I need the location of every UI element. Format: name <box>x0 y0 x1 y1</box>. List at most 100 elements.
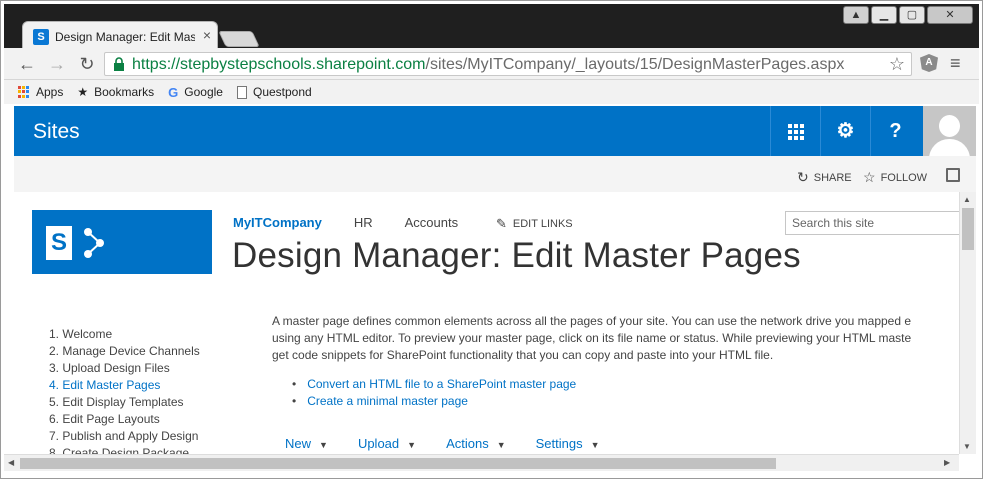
description-line: using any HTML editor. To preview your m… <box>272 331 912 345</box>
edit-links-button[interactable]: ✎ EDIT LINKS <box>496 216 573 232</box>
share-icon: ↻ <box>797 169 809 185</box>
lock-icon <box>114 57 124 71</box>
settings-menu[interactable]: Settings ▼ <box>536 436 600 451</box>
scroll-down-arrow-icon[interactable]: ▼ <box>963 442 971 451</box>
chevron-down-icon: ▼ <box>496 440 506 450</box>
bookmark-label: Questpond <box>252 85 312 99</box>
google-icon: G <box>168 84 179 100</box>
top-navigation: MyITCompany HR Accounts <box>233 215 458 230</box>
star-icon: ★ <box>77 85 89 99</box>
close-window-button[interactable]: ✕ <box>927 6 973 24</box>
share-button[interactable]: ↻ SHARE <box>797 169 852 186</box>
vertical-scrollbar[interactable]: ▲ ▼ <box>959 192 976 454</box>
quick-launch-item[interactable]: 2. Manage Device Channels <box>49 343 200 360</box>
scroll-up-arrow-icon[interactable]: ▲ <box>963 195 971 204</box>
forward-arrow-icon[interactable]: → <box>46 54 68 74</box>
quick-launch-item-active[interactable]: 4. Edit Master Pages <box>49 377 200 394</box>
vertical-scroll-thumb[interactable] <box>962 208 974 250</box>
bookmark-google[interactable]: G Google <box>168 85 223 100</box>
browser-window: S Design Manager: Edit Mas × ▲ ▁ ▢ ✕ ← →… <box>0 0 983 479</box>
browser-tab[interactable]: S Design Manager: Edit Mas × <box>22 21 218 51</box>
settings-menu-label: Settings <box>535 436 583 451</box>
back-arrow-icon[interactable]: ← <box>16 54 38 74</box>
page-icon <box>236 85 247 99</box>
avatar-body <box>929 139 970 156</box>
window-controls: ▲ ▁ ▢ ✕ <box>843 6 973 26</box>
sharepoint-favicon-icon: S <box>33 29 49 45</box>
quick-launch-item[interactable]: 1. Welcome <box>49 326 200 343</box>
bookmark-apps[interactable]: Apps <box>18 85 63 99</box>
url-text: https://stepbystepschools.sharepoint.com… <box>132 56 844 74</box>
suite-bar: Sites ⚙ ? <box>14 106 976 156</box>
new-menu-label: New <box>285 436 312 451</box>
create-minimal-master-link[interactable]: Create a minimal master page <box>292 393 576 410</box>
help-icon[interactable]: ? <box>870 106 920 156</box>
reload-icon[interactable]: ↻ <box>76 54 98 74</box>
sharepoint-s-icon: S <box>46 226 72 260</box>
sharepoint-share-icon <box>84 228 104 258</box>
upload-menu[interactable]: Upload ▼ <box>358 436 416 451</box>
minimize-button[interactable]: ▁ <box>871 6 897 24</box>
edit-links-label: EDIT LINKS <box>512 218 573 230</box>
nav-item-hr[interactable]: HR <box>354 215 373 230</box>
browser-menu-icon[interactable]: ≡ <box>950 53 961 74</box>
scroll-right-arrow-icon[interactable]: ▶ <box>944 458 950 467</box>
page-description: A master page defines common elements ac… <box>272 313 959 364</box>
quick-launch: 1. Welcome 2. Manage Device Channels 3. … <box>49 326 200 454</box>
bookmark-star-icon[interactable]: ☆ <box>889 54 905 75</box>
tab-strip: S Design Manager: Edit Mas × ▲ ▁ ▢ ✕ <box>4 4 979 51</box>
action-links: Convert an HTML file to a SharePoint mas… <box>292 376 576 410</box>
quick-launch-item[interactable]: 8. Create Design Package <box>49 445 200 454</box>
description-line: A master page defines common elements ac… <box>272 314 912 328</box>
maximize-button[interactable]: ▢ <box>899 6 925 24</box>
scroll-left-arrow-icon[interactable]: ◀ <box>8 458 14 467</box>
share-label: SHARE <box>813 171 852 184</box>
url-secure-part: https://stepbystepschools.sharepoint.com <box>132 56 426 73</box>
chevron-down-icon: ▼ <box>590 440 600 450</box>
nav-item-myitcompany[interactable]: MyITCompany <box>233 215 322 230</box>
actions-menu[interactable]: Actions ▼ <box>446 436 506 451</box>
quick-launch-item[interactable]: 3. Upload Design Files <box>49 360 200 377</box>
pencil-icon: ✎ <box>496 216 507 231</box>
new-menu[interactable]: New ▼ <box>285 436 328 451</box>
new-tab-button[interactable] <box>218 31 260 47</box>
avatar-head <box>939 115 960 137</box>
quick-launch-item[interactable]: 7. Publish and Apply Design <box>49 428 200 445</box>
profile-icon[interactable]: ▲ <box>843 6 869 24</box>
browser-toolbar: ← → ↻ https://stepbystepschools.sharepoi… <box>4 48 979 80</box>
horizontal-scrollbar[interactable]: ◀ ▶ <box>4 454 959 471</box>
nav-item-accounts[interactable]: Accounts <box>405 215 458 230</box>
tab-title: Design Manager: Edit Mas <box>55 30 195 44</box>
page-title: Design Manager: Edit Master Pages <box>232 236 801 275</box>
horizontal-scroll-thumb[interactable] <box>20 458 776 469</box>
bookmark-questpond[interactable]: Questpond <box>236 85 312 99</box>
quick-launch-item[interactable]: 5. Edit Display Templates <box>49 394 200 411</box>
bookmark-bookmarks[interactable]: ★ Bookmarks <box>77 85 154 99</box>
quick-launch-item[interactable]: 6. Edit Page Layouts <box>49 411 200 428</box>
settings-gear-icon[interactable]: ⚙ <box>820 106 870 156</box>
main-content: S MyITCompany HR Accounts ✎ EDIT LINKS S… <box>14 192 959 454</box>
command-bar: New ▼ Upload ▼ Actions ▼ Settings ▼ <box>285 436 600 451</box>
bookmark-label: Apps <box>36 85 64 99</box>
sharepoint-logo[interactable]: S <box>32 210 212 274</box>
follow-label: FOLLOW <box>880 171 928 184</box>
follow-button[interactable]: ☆ FOLLOW <box>863 169 927 186</box>
description-line: get code snippets for SharePoint functio… <box>272 348 774 362</box>
chevron-down-icon: ▼ <box>319 440 328 450</box>
follow-star-icon: ☆ <box>863 169 876 185</box>
url-path-part: /sites/MyITCompany/_layouts/15/DesignMas… <box>425 56 845 73</box>
chevron-down-icon: ▼ <box>407 440 417 450</box>
actions-menu-label: Actions <box>446 436 489 451</box>
app-launcher-icon[interactable] <box>770 106 820 156</box>
action-bar: ↻ SHARE ☆ FOLLOW <box>14 156 976 192</box>
suite-title[interactable]: Sites <box>33 120 80 144</box>
avatar[interactable] <box>923 106 976 156</box>
bookmarks-bar: Apps ★ Bookmarks G Google Questpond <box>4 80 979 104</box>
focus-content-icon[interactable] <box>946 168 960 182</box>
tab-close-icon[interactable]: × <box>199 27 215 43</box>
convert-html-link[interactable]: Convert an HTML file to a SharePoint mas… <box>292 376 576 393</box>
address-bar[interactable]: https://stepbystepschools.sharepoint.com… <box>104 52 912 76</box>
angular-extension-icon[interactable]: A <box>920 54 938 72</box>
apps-grid-icon <box>18 86 30 98</box>
search-input[interactable]: Search this site <box>785 211 959 235</box>
